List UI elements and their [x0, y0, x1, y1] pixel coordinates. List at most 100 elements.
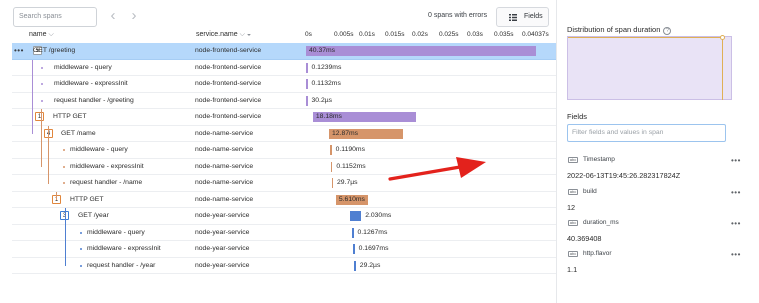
annotation-arrow-icon: [388, 157, 486, 181]
span-service: node-year-service: [195, 245, 250, 252]
span-name: middleware - expressInit: [54, 80, 128, 87]
filter-fields-input[interactable]: Filter fields and values in span: [567, 124, 726, 142]
span-service: node-frontend-service: [195, 80, 262, 87]
span-duration-bar[interactable]: [306, 46, 536, 56]
span-duration-bar[interactable]: [331, 178, 334, 188]
field-menu-icon[interactable]: •••: [731, 250, 741, 259]
span-name: GET /year: [78, 212, 109, 219]
field-name: duration_ms: [583, 219, 619, 226]
fields-section-title: Fields: [567, 112, 588, 121]
field-name: http.flavor: [583, 250, 612, 257]
question-circle-icon[interactable]: ?: [663, 27, 672, 35]
row-menu-icon[interactable]: •••: [14, 46, 24, 55]
grid-icon: [509, 14, 517, 21]
time-tick-label: 0.02s: [412, 31, 428, 38]
column-header: name ⌵ service.name ⌵ ◒ 0s 0.005s 0.01s 0.0…: [0, 30, 556, 42]
field-type-icon: abc: [568, 251, 578, 257]
span-service: node-year-service: [195, 261, 250, 269]
field-name: Timestamp: [583, 156, 615, 163]
span-name: request handler - /year: [87, 261, 156, 269]
span-duration-label: 29.7µs: [337, 179, 358, 186]
span-duration-label: 2.030ms: [365, 212, 392, 219]
span-row[interactable]: middleware - query node-year-service 0.126…: [12, 225, 556, 241]
span-service: node-name-service: [195, 129, 254, 137]
span-row[interactable]: ••• 5 GET /greeting node-frontend-service 40…: [12, 43, 556, 60]
fields-button[interactable]: Fields: [496, 7, 549, 27]
span-duration-bar[interactable]: [306, 95, 308, 106]
tree-node-dot: [41, 99, 43, 102]
span-service: node-name-service: [195, 179, 254, 186]
span-row[interactable]: request handler - /year node-year-service…: [12, 258, 556, 274]
span-detail-panel: Distribution of span duration? Fields Fi…: [556, 0, 759, 303]
span-duration-bar[interactable]: [354, 260, 356, 271]
column-service-header[interactable]: service.name ⌵ ◒: [196, 31, 251, 39]
chevron-right-icon[interactable]: ›: [127, 8, 141, 24]
span-duration-bar[interactable]: [352, 227, 354, 238]
span-name: request handler - /name: [70, 179, 143, 186]
time-tick-label: 0.015s: [385, 31, 405, 38]
span-duration-label: 0.1697ms: [358, 245, 389, 252]
field-menu-icon[interactable]: •••: [731, 156, 741, 165]
span-duration-label: 29.2µs: [359, 261, 381, 269]
span-row[interactable]: request handler - /greeting node-frontend…: [12, 93, 556, 109]
span-service: node-year-service: [195, 228, 250, 236]
time-tick-label: 0.035s: [494, 31, 514, 38]
span-service: node-name-service: [195, 146, 254, 153]
span-service: node-name-service: [195, 162, 254, 170]
tree-node-dot: [41, 83, 43, 85]
span-duration-label: 0.1152ms: [336, 162, 366, 170]
span-row[interactable]: middleware - expressInit node-year-servic…: [12, 241, 556, 258]
errors-count-text: 0 spans with errors: [428, 12, 488, 19]
span-duration-label: 12.87ms: [332, 129, 359, 137]
search-spans-input[interactable]: Search spans: [13, 7, 97, 27]
field-name: build: [583, 188, 597, 195]
child-count-badge[interactable]: 1: [35, 112, 44, 121]
field-value: 12: [567, 203, 576, 212]
distribution-marker-line: [722, 37, 723, 100]
chevron-left-icon[interactable]: ‹: [106, 8, 120, 24]
span-duration-bar[interactable]: [306, 79, 308, 89]
field-type-icon: abc: [568, 220, 578, 226]
span-row[interactable]: middleware - query node-frontend-service 0…: [12, 60, 556, 76]
span-duration-bar[interactable]: [349, 211, 362, 221]
span-row[interactable]: 1HTTP GETnode-name-service5.610ms: [12, 192, 556, 208]
span-duration-label: 40.37ms: [309, 47, 336, 54]
span-name: middleware - expressInit: [87, 245, 161, 252]
tree-guide-line: [32, 59, 33, 134]
span-row[interactable]: middleware - expressInit node-frontend-se…: [12, 76, 556, 93]
span-row[interactable]: 3GET /yearnode-year-service2.030ms: [12, 208, 556, 225]
field-menu-icon[interactable]: •••: [731, 219, 741, 228]
span-duration-label: 30.2µs: [311, 96, 333, 104]
tree-node-dot: [41, 66, 43, 69]
span-name: middleware - expressInit: [70, 162, 144, 170]
span-row[interactable]: 4GET /namenode-name-service12.87ms: [12, 126, 556, 142]
time-tick-label: 0.005s: [334, 31, 354, 38]
tree-node-dot: [80, 248, 82, 250]
span-duration-bar[interactable]: [306, 62, 308, 73]
span-duration-label: 0.1190ms: [335, 146, 365, 153]
time-tick-label: 0.025s: [439, 31, 459, 38]
field-value: 1.1: [567, 265, 578, 274]
tree-guide-line: [65, 208, 66, 266]
span-duration-label: 5.610ms: [338, 195, 365, 203]
span-name: middleware - query: [87, 228, 145, 236]
field-menu-icon[interactable]: •••: [731, 188, 741, 197]
span-row[interactable]: 1 HTTP GET node-frontend-service 18.18ms: [12, 109, 556, 126]
span-field: abc Timestamp ••• 2022-06-13T19:45:26.28231…: [567, 156, 747, 185]
distribution-marker-handle[interactable]: [720, 35, 725, 40]
time-tick-label: 0.01s: [359, 31, 375, 38]
span-duration-bar[interactable]: [353, 244, 355, 254]
time-tick-label: 0.03s: [467, 31, 483, 38]
span-service: node-frontend-service: [195, 96, 262, 104]
column-name-header[interactable]: name ⌵: [29, 31, 54, 39]
span-field: abc duration_ms ••• 40.369408: [567, 219, 747, 248]
time-axis-ticks: 0s 0.005s 0.01s 0.015s 0.02s 0.025s 0.03s 0.035…: [305, 30, 555, 42]
span-service: node-name-service: [195, 195, 254, 203]
time-tick-label: 0s: [305, 31, 312, 38]
tree-guide-line: [48, 125, 49, 184]
span-duration-bar[interactable]: [330, 145, 332, 155]
span-name: HTTP GET: [70, 195, 104, 203]
duration-distribution-chart[interactable]: [567, 35, 732, 100]
span-duration-bar[interactable]: [330, 161, 333, 172]
tree-node-dot: [63, 165, 65, 168]
